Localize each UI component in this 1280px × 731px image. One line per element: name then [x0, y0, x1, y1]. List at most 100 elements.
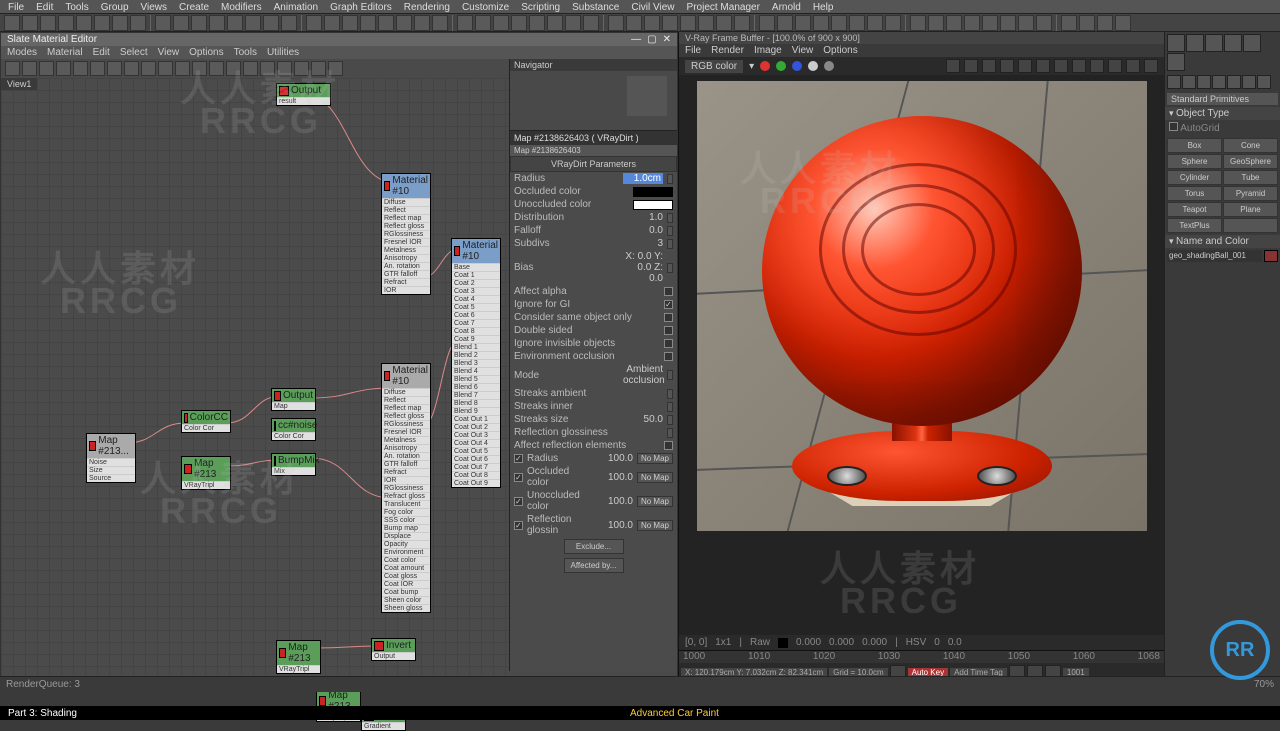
- slate-toolbar-icon[interactable]: [56, 61, 71, 76]
- toolbar-icon[interactable]: [964, 15, 980, 31]
- vfb-toolbar-icon[interactable]: [1000, 59, 1014, 73]
- map-slot-button[interactable]: No Map: [637, 453, 673, 464]
- slate-toolbar-icon[interactable]: [260, 61, 275, 76]
- slate-toolbar-icon[interactable]: [5, 61, 20, 76]
- command-tab-icon[interactable]: [1205, 34, 1223, 52]
- value-field[interactable]: 3: [623, 238, 663, 249]
- map-slot-button[interactable]: No Map: [637, 472, 673, 483]
- toolbar-icon[interactable]: [831, 15, 847, 31]
- create-cone-button[interactable]: Cone: [1223, 138, 1278, 153]
- toolbar-icon[interactable]: [547, 15, 563, 31]
- slate-toolbar-icon[interactable]: [39, 61, 54, 76]
- toolbar-icon[interactable]: [680, 15, 696, 31]
- param-streaks-ambient[interactable]: Streaks ambient: [510, 387, 677, 400]
- spinner[interactable]: [667, 213, 673, 223]
- node[interactable]: Map #213...NoiseSizeSource: [86, 433, 136, 483]
- slate-toolbar-icon[interactable]: [328, 61, 343, 76]
- slate-toolbar-icon[interactable]: [141, 61, 156, 76]
- slate-toolbar-icon[interactable]: [22, 61, 37, 76]
- toolbar-icon[interactable]: [58, 15, 74, 31]
- category-icon[interactable]: [1257, 75, 1271, 89]
- create-sphere-button[interactable]: Sphere: [1167, 154, 1222, 169]
- node[interactable]: OutputMap: [271, 388, 316, 411]
- toolbar-icon[interactable]: [813, 15, 829, 31]
- toolbar-icon[interactable]: [360, 15, 376, 31]
- toolbar-icon[interactable]: [795, 15, 811, 31]
- channel-dropdown[interactable]: RGB color: [685, 60, 743, 73]
- param-reflection-glossiness[interactable]: Reflection glossiness: [510, 426, 677, 439]
- vfb-menu-image[interactable]: Image: [754, 45, 782, 56]
- slate-toolbar-icon[interactable]: [107, 61, 122, 76]
- toolbar-icon[interactable]: [378, 15, 394, 31]
- checkbox[interactable]: [664, 339, 673, 348]
- blue-channel-icon[interactable]: [792, 61, 802, 71]
- toolbar-icon[interactable]: [4, 15, 20, 31]
- toolbar-icon[interactable]: [306, 15, 322, 31]
- node-graph[interactable]: View1 OutputresultMaterial #10DiffuseRef…: [1, 78, 511, 690]
- slate-menu-utilities[interactable]: Utilities: [267, 47, 299, 58]
- category-icon[interactable]: [1242, 75, 1256, 89]
- exclude-button[interactable]: Exclude...: [564, 539, 624, 554]
- slate-menu-view[interactable]: View: [158, 47, 180, 58]
- param-streaks-inner[interactable]: Streaks inner: [510, 400, 677, 413]
- slate-menu-select[interactable]: Select: [120, 47, 148, 58]
- toolbar-icon[interactable]: [1061, 15, 1077, 31]
- toolbar-icon[interactable]: [432, 15, 448, 31]
- vfb-toolbar-icon[interactable]: [1090, 59, 1104, 73]
- vfb-toolbar-icon[interactable]: [964, 59, 978, 73]
- affected-button[interactable]: Affected by...: [564, 558, 624, 573]
- create-box-button[interactable]: Box: [1167, 138, 1222, 153]
- toolbar-icon[interactable]: [529, 15, 545, 31]
- param-bias[interactable]: BiasX: 0.0 Y: 0.0 Z: 0.0: [510, 250, 677, 285]
- slate-menu-tools[interactable]: Tools: [234, 47, 257, 58]
- toolbar-icon[interactable]: [493, 15, 509, 31]
- toolbar-icon[interactable]: [910, 15, 926, 31]
- spinner[interactable]: [667, 428, 673, 438]
- checkbox[interactable]: [664, 287, 673, 296]
- toolbar-icon[interactable]: [716, 15, 732, 31]
- node[interactable]: InvertOutput: [371, 638, 416, 661]
- checkbox[interactable]: [664, 441, 673, 450]
- node[interactable]: Material #10DiffuseReflectReflect mapRef…: [381, 173, 431, 295]
- create-tube-button[interactable]: Tube: [1223, 170, 1278, 185]
- menu-modifiers[interactable]: Modifiers: [221, 2, 262, 11]
- green-channel-icon[interactable]: [776, 61, 786, 71]
- toolbar-icon[interactable]: [112, 15, 128, 31]
- node[interactable]: Map #213VRayTripl: [276, 640, 321, 674]
- toolbar-icon[interactable]: [644, 15, 660, 31]
- toolbar-icon[interactable]: [511, 15, 527, 31]
- vfb-menu-file[interactable]: File: [685, 45, 701, 56]
- param-consider-same-object-only[interactable]: Consider same object only: [510, 311, 677, 324]
- menu-animation[interactable]: Animation: [274, 2, 318, 11]
- menu-substance[interactable]: Substance: [572, 2, 619, 11]
- vfb-menu-options[interactable]: Options: [823, 45, 857, 56]
- color-swatch[interactable]: [633, 200, 673, 210]
- create-cylinder-button[interactable]: Cylinder: [1167, 170, 1222, 185]
- slate-toolbar-icon[interactable]: [277, 61, 292, 76]
- toolbar-icon[interactable]: [173, 15, 189, 31]
- toolbar-icon[interactable]: [982, 15, 998, 31]
- param-mode[interactable]: ModeAmbient occlusion: [510, 363, 677, 387]
- node[interactable]: cc#noiseColor Cor: [271, 418, 316, 441]
- param-ignore-invisible-objects[interactable]: Ignore invisible objects: [510, 337, 677, 350]
- menu-create[interactable]: Create: [179, 2, 209, 11]
- param-falloff[interactable]: Falloff0.0: [510, 224, 677, 237]
- command-tab-icon[interactable]: [1243, 34, 1261, 52]
- spinner[interactable]: [667, 226, 673, 236]
- close-icon[interactable]: ✕: [663, 34, 671, 45]
- category-icon[interactable]: [1212, 75, 1226, 89]
- toolbar-icon[interactable]: [457, 15, 473, 31]
- mono-channel-icon[interactable]: [824, 61, 834, 71]
- vfb-toolbar-icon[interactable]: [1054, 59, 1068, 73]
- toolbar-icon[interactable]: [698, 15, 714, 31]
- toolbar-icon[interactable]: [583, 15, 599, 31]
- spinner[interactable]: [667, 370, 673, 380]
- toolbar-icon[interactable]: [1018, 15, 1034, 31]
- toolbar-icon[interactable]: [245, 15, 261, 31]
- checkbox[interactable]: [514, 473, 523, 482]
- category-icon[interactable]: [1182, 75, 1196, 89]
- param-unoccluded-color[interactable]: Unoccluded color: [510, 198, 677, 211]
- create-geosphere-button[interactable]: GeoSphere: [1223, 154, 1278, 169]
- toolbar-icon[interactable]: [867, 15, 883, 31]
- toolbar-icon[interactable]: [885, 15, 901, 31]
